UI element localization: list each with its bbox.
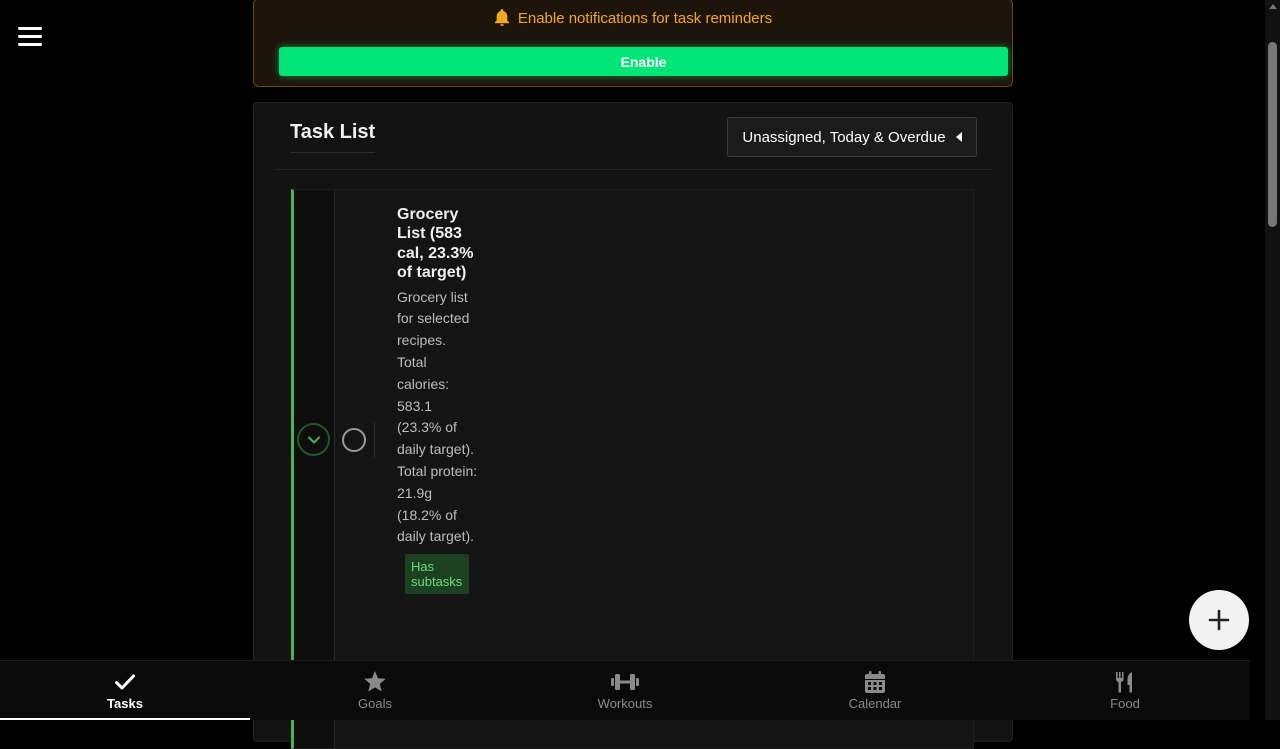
nav-label: Food [1110, 695, 1140, 711]
task-description: Grocery list for selected recipes. Total… [397, 288, 478, 545]
caret-left-icon [955, 132, 962, 142]
task-title: Grocery List (583 cal, 23.3% of target) [397, 206, 474, 282]
nav-food[interactable]: Food [1000, 661, 1250, 720]
divider [274, 169, 992, 170]
complete-task-checkbox[interactable] [342, 428, 366, 452]
page-title: Task List [290, 121, 376, 153]
bell-icon [494, 9, 509, 26]
star-icon [363, 671, 387, 693]
notification-message: Enable notifications for task reminders [517, 9, 773, 27]
divider [374, 422, 375, 458]
dumbbell-icon [611, 671, 639, 693]
task-filter-dropdown[interactable]: Unassigned, Today & Overdue [727, 117, 977, 157]
check-icon [114, 671, 136, 693]
task-list-panel: Task List Unassigned, Today & Overdue Gr… [253, 102, 1013, 749]
calendar-icon [865, 670, 885, 693]
subtasks-badge: Has subtasks [405, 554, 469, 595]
menu-icon[interactable] [18, 27, 42, 49]
nav-goals[interactable]: Goals [250, 661, 500, 720]
task-content: Grocery List (583 cal, 23.3% of target) … [397, 205, 479, 595]
nav-label: Workouts [597, 695, 653, 711]
enable-notifications-button[interactable]: Enable [279, 47, 1008, 76]
scrollbar[interactable] [1265, 0, 1280, 720]
add-task-button[interactable] [1189, 590, 1249, 650]
plus-icon [1208, 609, 1230, 631]
nav-label: Tasks [107, 695, 143, 711]
nav-tasks[interactable]: Tasks [0, 661, 250, 720]
expand-task-button[interactable] [297, 423, 330, 456]
utensils-icon [1115, 671, 1135, 693]
nav-calendar[interactable]: Calendar [750, 661, 1000, 720]
nav-label: Goals [358, 695, 392, 711]
notification-row: Enable notifications for task reminders [254, 9, 1012, 27]
nav-label: Calendar [848, 695, 902, 711]
task-filter-label: Unassigned, Today & Overdue [742, 128, 946, 146]
scrollbar-thumb[interactable] [1268, 42, 1277, 227]
nav-workouts[interactable]: Workouts [500, 661, 750, 720]
notification-banner: Enable notifications for task reminders … [253, 0, 1013, 87]
bottom-navigation: Tasks Goals Workouts Calendar Food [0, 660, 1250, 720]
scroll-up-arrow-icon[interactable] [1269, 4, 1277, 9]
chevron-down-icon [307, 436, 320, 443]
